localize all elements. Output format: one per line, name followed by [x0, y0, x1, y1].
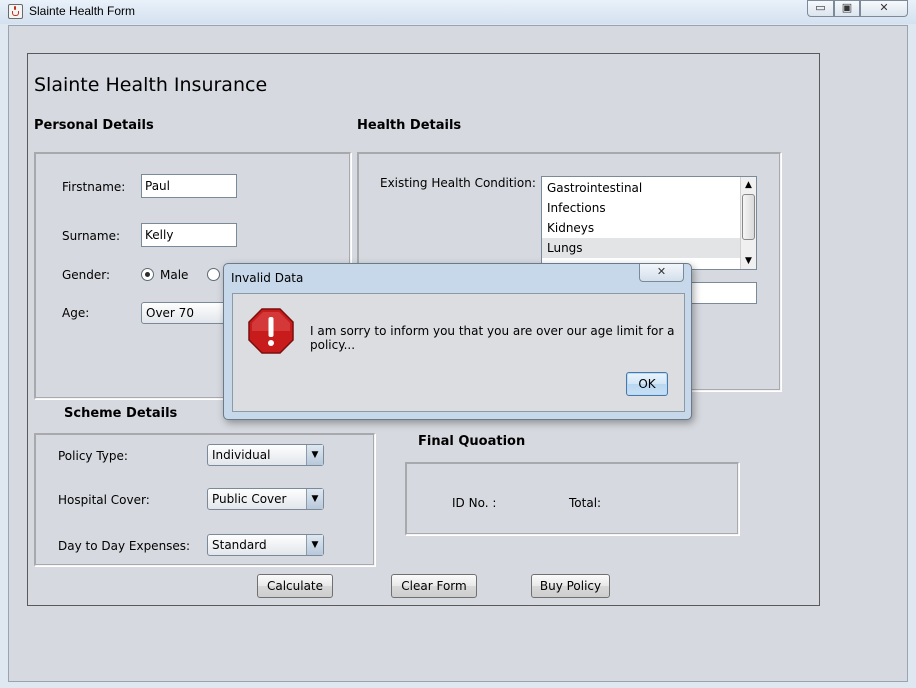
scroll-down-arrow-icon[interactable]: ▼ [741, 253, 756, 269]
total-label: Total: [569, 496, 602, 510]
ok-button[interactable]: OK [626, 372, 668, 396]
window-title: Slainte Health Form [29, 4, 136, 18]
policy-type-select[interactable]: Individual ▼ [207, 444, 324, 466]
surname-label: Surname: [62, 229, 121, 243]
list-scrollbar[interactable]: ▲ ▼ [740, 177, 756, 269]
conditions-list[interactable]: Gastrointestinal Infections Kidneys Lung… [541, 176, 757, 270]
window-titlebar[interactable] [0, 0, 916, 24]
surname-field[interactable]: Kelly [141, 223, 237, 247]
hospital-cover-value: Public Cover [212, 492, 287, 506]
id-no-label: ID No. : [452, 496, 497, 510]
minimize-button[interactable]: ▭ [807, 0, 834, 17]
error-icon [248, 308, 294, 354]
scroll-thumb[interactable] [742, 194, 755, 240]
personal-details-title: Personal Details [34, 118, 154, 133]
gender-female-radio[interactable] [207, 268, 220, 281]
day-expenses-value: Standard [212, 538, 267, 552]
age-select[interactable]: Over 70 [141, 302, 231, 324]
dialog-title: Invalid Data [231, 271, 304, 285]
final-quotation-title: Final Quoation [418, 434, 526, 449]
java-app-icon [8, 4, 23, 19]
policy-type-value: Individual [212, 448, 271, 462]
buy-policy-button[interactable]: Buy Policy [531, 574, 610, 598]
hospital-cover-select[interactable]: Public Cover ▼ [207, 488, 324, 510]
invalid-data-dialog[interactable]: Invalid Data ✕ I am sorry to inform you … [223, 263, 692, 420]
hospital-cover-label: Hospital Cover: [58, 493, 150, 507]
dialog-close-button[interactable]: ✕ [639, 264, 684, 282]
scroll-up-arrow-icon[interactable]: ▲ [741, 177, 756, 193]
scheme-details-title: Scheme Details [64, 406, 178, 421]
gender-male-radio[interactable] [141, 268, 154, 281]
form-heading: Slainte Health Insurance [34, 74, 268, 96]
gender-label: Gender: [62, 268, 111, 282]
firstname-field[interactable]: Paul [141, 174, 237, 198]
list-item-gastrointestinal[interactable]: Gastrointestinal [542, 178, 741, 198]
chevron-down-icon: ▼ [306, 489, 323, 509]
maximize-button[interactable]: ▣ [834, 0, 860, 17]
calculate-button[interactable]: Calculate [257, 574, 333, 598]
day-expenses-select[interactable]: Standard ▼ [207, 534, 324, 556]
list-item-lungs[interactable]: Lungs [542, 238, 741, 258]
age-label: Age: [62, 306, 90, 320]
existing-condition-label: Existing Health Condition: [380, 176, 536, 190]
gender-male-label: Male [160, 268, 189, 282]
chevron-down-icon: ▼ [306, 535, 323, 555]
day-expenses-label: Day to Day Expenses: [58, 539, 191, 553]
health-details-title: Health Details [357, 118, 462, 133]
list-item-infections[interactable]: Infections [542, 198, 741, 218]
firstname-label: Firstname: [62, 180, 126, 194]
close-window-button[interactable]: ✕ [860, 0, 908, 17]
age-value: Over 70 [146, 306, 194, 320]
policy-type-label: Policy Type: [58, 449, 128, 463]
chevron-down-icon: ▼ [306, 445, 323, 465]
list-item-kidneys[interactable]: Kidneys [542, 218, 741, 238]
clear-form-button[interactable]: Clear Form [391, 574, 477, 598]
dialog-body: I am sorry to inform you that you are ov… [232, 293, 685, 412]
dialog-message: I am sorry to inform you that you are ov… [310, 324, 675, 352]
